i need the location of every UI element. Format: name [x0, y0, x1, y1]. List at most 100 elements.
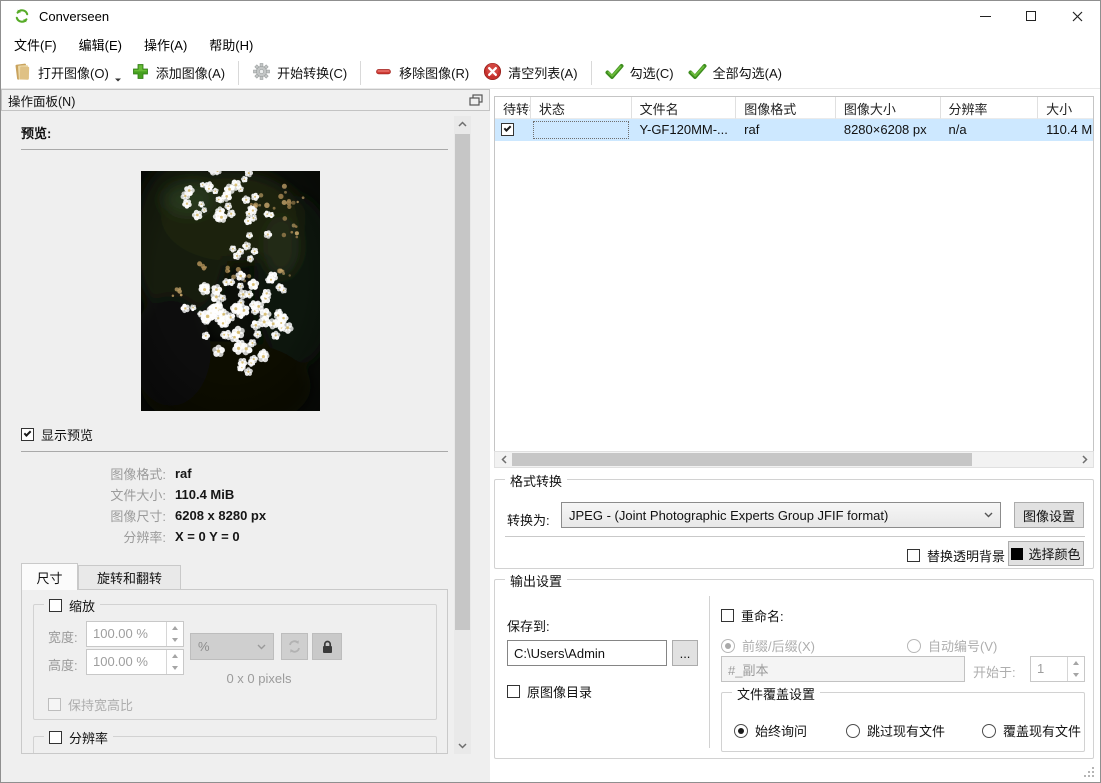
table-row[interactable]: Y-GF120MM-... raf 8280×6208 px n/a 110.4…: [495, 119, 1093, 141]
start-at-label: 开始于:: [973, 665, 1016, 680]
auto-number-radio[interactable]: 自动编号(V): [907, 636, 997, 655]
add-images-button[interactable]: 添加图像(A): [124, 58, 232, 87]
open-images-button[interactable]: 打开图像(O): [6, 58, 116, 87]
col-header-status[interactable]: 状态: [530, 97, 632, 119]
prefix-suffix-radio[interactable]: 前缀/后缀(X): [721, 636, 815, 655]
scroll-left-arrow[interactable]: [495, 452, 512, 467]
refresh-icon: [289, 640, 300, 653]
row-convert-cell: [495, 119, 531, 141]
scrollbar-thumb[interactable]: [455, 134, 470, 630]
remove-images-button[interactable]: 移除图像(R): [367, 58, 476, 87]
tab-size[interactable]: 尺寸: [21, 563, 78, 590]
save-path-input[interactable]: C:\Users\Admin: [507, 640, 667, 666]
col-header-resolution[interactable]: 分辨率: [940, 97, 1039, 119]
scroll-right-arrow[interactable]: [1076, 452, 1093, 467]
menu-file[interactable]: 文件(F): [3, 32, 68, 57]
divider: [709, 596, 710, 748]
replace-transparent-bg-checkbox[interactable]: 替换透明背景: [907, 546, 1005, 565]
lock-aspect-button[interactable]: [312, 633, 342, 660]
minimize-icon: [979, 15, 991, 17]
rename-checkbox[interactable]: 重命名:: [721, 606, 784, 625]
table-hscrollbar[interactable]: [494, 451, 1094, 468]
menu-help[interactable]: 帮助(H): [198, 32, 264, 57]
skip-existing-radio[interactable]: 跳过现有文件: [846, 721, 945, 740]
float-panel-icon[interactable]: [469, 94, 483, 106]
start-conversion-label: 开始转换(C): [277, 66, 348, 81]
remove-images-label: 移除图像(R): [399, 66, 470, 81]
radio-circle: [734, 723, 748, 738]
close-button[interactable]: [1054, 1, 1100, 31]
checkbox-box: [721, 609, 734, 622]
swap-dimensions-button[interactable]: [281, 633, 308, 660]
image-settings-button[interactable]: 图像设置: [1014, 502, 1084, 528]
scale-group-title: 缩放: [44, 596, 101, 615]
spin-buttons[interactable]: [166, 622, 183, 646]
open-images-dropdown-arrow[interactable]: [114, 78, 121, 82]
menu-edit[interactable]: 编辑(E): [68, 32, 133, 57]
toolbar-separator: [590, 60, 592, 85]
scroll-up-arrow[interactable]: [454, 116, 471, 132]
rename-pattern-input[interactable]: #_副本: [721, 656, 965, 682]
col-header-filename[interactable]: 文件名: [631, 97, 737, 119]
col-header-size[interactable]: 大小: [1038, 97, 1093, 119]
pick-color-button[interactable]: 选择颜色: [1008, 541, 1084, 566]
show-preview-checkbox[interactable]: 显示预览: [21, 425, 93, 444]
save-to-label: 保存到:: [507, 619, 550, 634]
row-filename-cell: Y-GF120MM-...: [639, 122, 728, 137]
start-conversion-button[interactable]: 开始转换(C): [245, 58, 354, 87]
format-combobox[interactable]: JPEG - (Joint Photographic Experts Group…: [561, 502, 1001, 528]
keep-aspect-checkbox[interactable]: 保持宽高比: [48, 695, 133, 714]
panel-scrollbar[interactable]: [454, 116, 471, 754]
overwrite-settings-group: 文件覆盖设置 始终询问 跳过现有文件 覆盖现有文件: [721, 684, 1085, 752]
toolbar-separator: [238, 60, 240, 85]
image-info: 图像格式: raf 文件大小: 110.4 MiB 图像尺寸: 6208 x 8…: [41, 463, 266, 547]
row-status-cell: [531, 119, 632, 141]
ask-always-radio[interactable]: 始终询问: [734, 721, 807, 740]
chevron-down-icon: [257, 644, 266, 649]
clear-list-button[interactable]: 清空列表(A): [476, 58, 584, 87]
width-spinner[interactable]: 100.00 %: [86, 621, 184, 647]
actions-panel: 操作面板(N) 预览: 显示预览 图像格式: raf 文件大小: 110.4 M…: [1, 89, 490, 782]
unit-combobox[interactable]: %: [190, 633, 274, 660]
maximize-button[interactable]: [1008, 1, 1054, 31]
add-plus-icon: [132, 64, 148, 79]
check-icon: [605, 64, 624, 79]
spin-buttons[interactable]: [1067, 657, 1084, 681]
color-swatch: [1011, 547, 1024, 560]
width-label: 宽度:: [48, 630, 78, 645]
window-title: Converseen: [39, 8, 110, 24]
resolution-checkbox[interactable]: [49, 731, 62, 744]
format-combobox-value: JPEG - (Joint Photographic Experts Group…: [569, 507, 889, 523]
browse-button[interactable]: ...: [672, 640, 698, 666]
col-header-format[interactable]: 图像格式: [736, 97, 836, 119]
convert-to-label: 转换为:: [507, 513, 550, 528]
start-at-spinner[interactable]: 1: [1030, 656, 1085, 682]
checkbox-box: [907, 549, 920, 562]
overwrite-existing-radio[interactable]: 覆盖现有文件: [982, 721, 1081, 740]
height-spinner[interactable]: 100.00 %: [86, 649, 184, 675]
divider: [505, 536, 1085, 537]
check-all-button[interactable]: 全部勾选(A): [681, 58, 789, 87]
size-tab-pane: 缩放 宽度: 100.00 % 高度: 100.00 % % 0 x 0 pix…: [21, 589, 448, 754]
col-header-convert[interactable]: 待转换: [495, 97, 531, 119]
converseen-window: Converseen 文件(F) 编辑(E) 操作(A) 帮助(H) 打开图像(…: [0, 0, 1101, 783]
open-images-label: 打开图像(O): [38, 66, 109, 81]
tab-rotate-flip[interactable]: 旋转和翻转: [78, 565, 181, 590]
menu-actions[interactable]: 操作(A): [133, 32, 198, 57]
app-recycle-icon: [15, 9, 29, 23]
minimize-button[interactable]: [962, 1, 1008, 31]
scrollbar-thumb[interactable]: [512, 453, 972, 466]
col-header-dimensions[interactable]: 图像大小: [835, 97, 941, 119]
show-preview-label: 显示预览: [41, 428, 94, 443]
info-row-resolution: 分辨率: X = 0 Y = 0: [123, 529, 240, 545]
source-dir-checkbox[interactable]: 原图像目录: [507, 682, 592, 701]
radio-circle: [721, 638, 735, 653]
row-dimensions-cell: 8280×6208 px: [843, 122, 927, 137]
scroll-down-arrow[interactable]: [454, 738, 471, 754]
resize-grip[interactable]: [1083, 766, 1094, 777]
check-button[interactable]: 勾选(C): [598, 58, 681, 87]
row-checkbox[interactable]: [501, 123, 514, 136]
toolbar-separator: [360, 60, 362, 85]
source-dir-label: 原图像目录: [527, 685, 593, 700]
scale-checkbox[interactable]: [49, 599, 62, 612]
